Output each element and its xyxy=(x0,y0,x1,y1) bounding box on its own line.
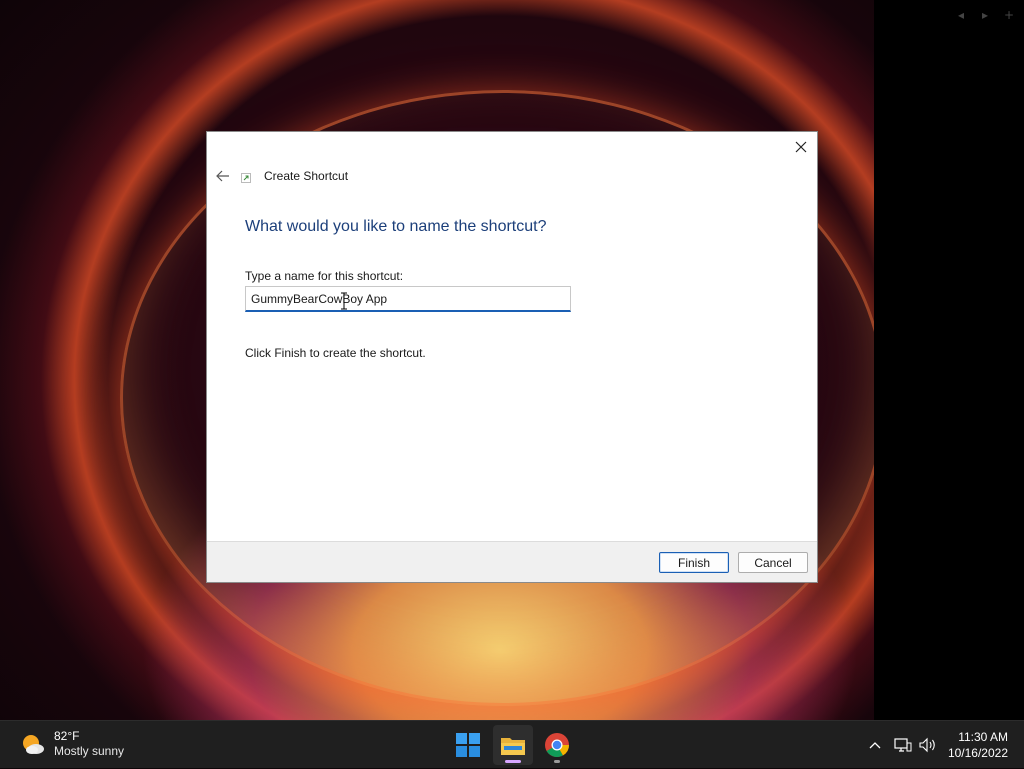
clock[interactable]: 11:30 AM 10/16/2022 xyxy=(948,729,1008,761)
close-icon xyxy=(795,141,807,153)
add-icon[interactable]: + xyxy=(1002,8,1016,22)
shortcut-wizard-icon xyxy=(241,173,251,183)
back-button[interactable] xyxy=(213,168,233,184)
next-arrow-icon[interactable]: ▸ xyxy=(978,8,992,22)
running-indicator xyxy=(554,760,560,763)
dialog-footer: Finish Cancel xyxy=(207,541,817,582)
volume-icon xyxy=(919,737,935,753)
network-icon xyxy=(894,738,912,752)
show-hidden-icons-button[interactable] xyxy=(866,736,884,754)
wizard-title: Create Shortcut xyxy=(264,169,349,183)
close-button[interactable] xyxy=(789,136,813,158)
finish-hint: Click Finish to create the shortcut. xyxy=(245,346,426,360)
windows-logo-icon xyxy=(456,733,480,757)
page-heading: What would you like to name the shortcut… xyxy=(245,218,547,235)
name-field-label: Type a name for this shortcut: xyxy=(245,269,404,283)
cancel-button[interactable]: Cancel xyxy=(738,552,808,573)
taskbar: 82°F Mostly sunny 11:30 AM 10/16/2022 xyxy=(0,720,1024,768)
folder-icon xyxy=(501,738,525,755)
volume-button[interactable] xyxy=(919,736,937,754)
weather-widget[interactable]: 82°F Mostly sunny xyxy=(20,729,124,759)
finish-button[interactable]: Finish xyxy=(659,552,729,573)
chrome-icon xyxy=(545,733,569,758)
prev-arrow-icon[interactable]: ◂ xyxy=(954,8,968,22)
chevron-up-icon xyxy=(869,742,881,749)
clock-time: 11:30 AM xyxy=(958,730,1008,744)
clock-date: 10/16/2022 xyxy=(947,746,1008,760)
active-indicator xyxy=(505,760,521,763)
file-explorer-button[interactable] xyxy=(493,725,533,765)
side-nav: ◂ ▸ + xyxy=(954,8,1016,22)
chrome-button[interactable] xyxy=(537,725,577,765)
create-shortcut-dialog: Create Shortcut What would you like to n… xyxy=(206,131,818,583)
sun-cloud-icon xyxy=(23,735,44,754)
weather-temp: 82°F xyxy=(54,729,80,743)
back-arrow-icon xyxy=(216,170,229,182)
right-dark-panel: ◂ ▸ + xyxy=(874,0,1024,720)
shortcut-name-input[interactable] xyxy=(245,286,571,312)
network-button[interactable] xyxy=(894,736,912,754)
weather-condition: Mostly sunny xyxy=(54,744,125,758)
start-button[interactable] xyxy=(448,725,488,765)
text-cursor-icon xyxy=(341,292,347,310)
